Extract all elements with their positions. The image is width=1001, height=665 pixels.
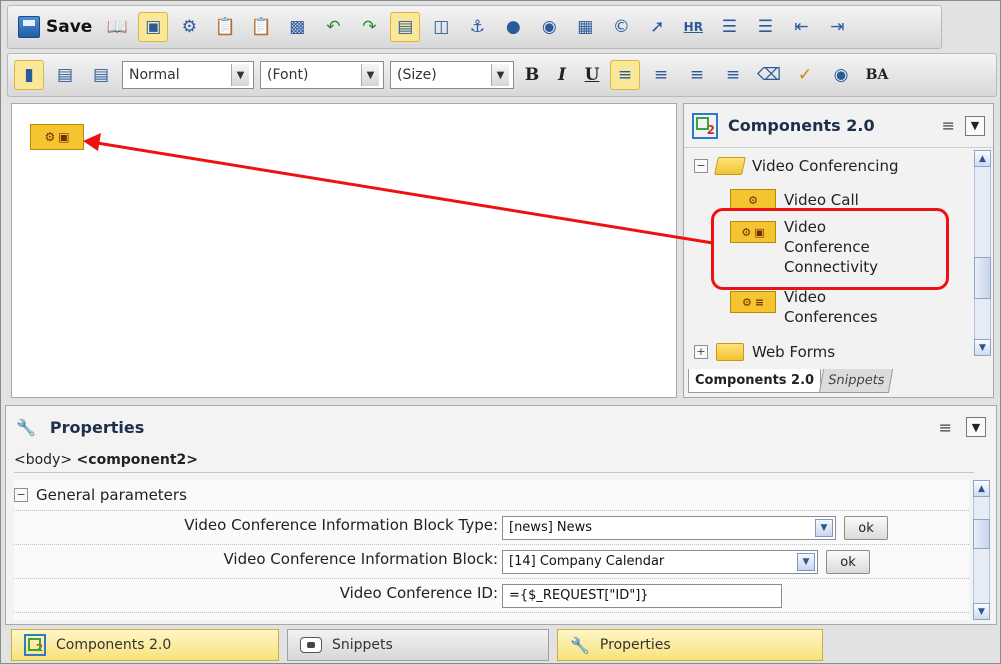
property-grid: − General parameters Video Conference In… — [14, 480, 969, 620]
chevron-down-icon: ▼ — [815, 519, 833, 537]
tab-components-2[interactable]: 2 Components 2.0 — [11, 629, 279, 661]
group-general-parameters[interactable]: − General parameters — [14, 486, 187, 504]
tab-label: Snippets — [332, 637, 393, 653]
ok-button[interactable]: ok — [844, 516, 888, 540]
scroll-down-icon[interactable]: ▼ — [973, 603, 990, 620]
scroll-up-icon[interactable]: ▲ — [973, 480, 990, 497]
tab-snippets-bottom[interactable]: Snippets — [287, 629, 549, 661]
breadcrumb: <body> <component2> — [14, 452, 198, 468]
prop-label-block-type: Video Conference Information Block Type: — [184, 516, 498, 534]
properties-scrollbar[interactable]: ▲ ▼ — [973, 480, 990, 620]
snippet-icon — [300, 637, 322, 653]
wrench-icon: 🔧 — [570, 635, 590, 655]
divider — [14, 544, 969, 545]
divider — [14, 578, 969, 579]
components-icon: 2 — [24, 634, 46, 656]
divider — [14, 612, 969, 613]
collapse-icon[interactable]: − — [14, 488, 28, 502]
tab-label: Properties — [599, 637, 671, 653]
properties-panel: 🔧 Properties ≡ ▼ <body> <component2> − G… — [5, 405, 997, 625]
wrench-icon: 🔧 — [16, 417, 36, 437]
breadcrumb-component[interactable]: <component2> — [77, 452, 198, 468]
editor-window: Save 📖 ▣ ⚙ 📋 📋 ▩ ↶ ↷ ▤ ◫ ⚓ ● ◉ ▦ © ➚ HR … — [0, 0, 1001, 664]
properties-header: 🔧 Properties ≡ ▼ — [6, 406, 996, 448]
prop-label-block: Video Conference Information Block: — [223, 550, 499, 568]
block-select[interactable]: [14] Company Calendar ▼ — [502, 550, 818, 574]
scroll-thumb[interactable] — [973, 519, 990, 549]
conference-id-input[interactable]: ={$_REQUEST["ID"]} — [502, 584, 782, 608]
chevron-down-icon: ▼ — [797, 553, 815, 571]
panel-dock-icon[interactable]: ▼ — [966, 417, 986, 437]
tab-properties[interactable]: 🔧 Properties — [557, 629, 823, 661]
block-value: [14] Company Calendar — [509, 554, 665, 569]
ok-button[interactable]: ok — [826, 550, 870, 574]
prop-label-conference-id: Video Conference ID: — [339, 584, 498, 602]
properties-title: Properties — [49, 417, 145, 437]
tab-label: Components 2.0 — [56, 637, 172, 653]
divider — [14, 472, 974, 473]
panel-menu-icon[interactable]: ≡ — [939, 418, 952, 437]
divider — [14, 510, 969, 511]
block-type-value: [news] News — [509, 520, 593, 535]
block-type-select[interactable]: [news] News ▼ — [502, 516, 836, 540]
breadcrumb-body[interactable]: <body> — [14, 452, 72, 468]
bottom-tab-bar: 2 Components 2.0 Snippets 🔧 Properties — [11, 629, 823, 663]
group-label: General parameters — [36, 486, 187, 504]
